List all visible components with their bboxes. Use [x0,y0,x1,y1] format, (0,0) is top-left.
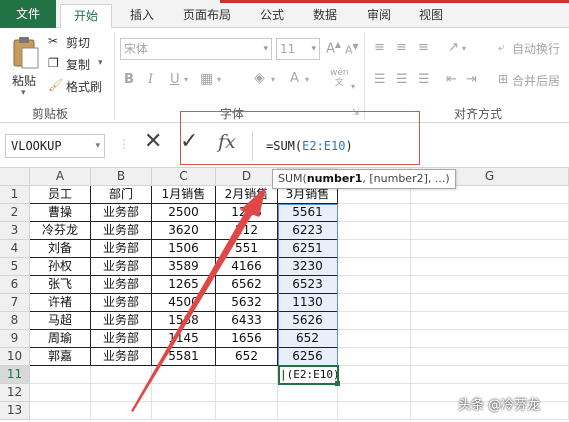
watermark: 头条 @冷芬龙 [458,398,541,413]
arrow-shaft [131,194,261,412]
annotation-arrow [131,187,266,412]
arrow-head [240,187,266,217]
